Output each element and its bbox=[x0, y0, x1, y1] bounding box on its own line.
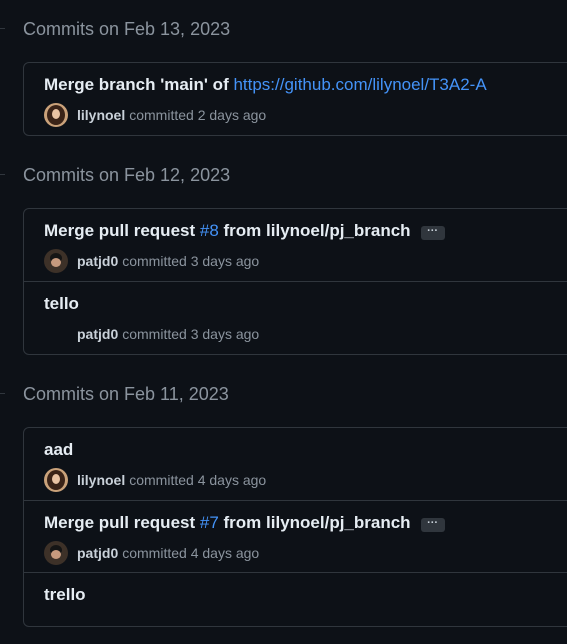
commit-row: aad lilynoel committed 4 days ago bbox=[24, 428, 567, 500]
commit-group: Commits on Feb 12, 2023 Merge pull reque… bbox=[0, 161, 567, 355]
commit-row: trello bbox=[24, 572, 567, 644]
expand-message-button[interactable]: ··· bbox=[420, 226, 445, 240]
commit-message-prefix[interactable]: Merge pull request bbox=[44, 513, 200, 532]
commit-message[interactable]: Merge branch 'main' of https://github.co… bbox=[44, 73, 487, 97]
avatar[interactable] bbox=[44, 249, 68, 273]
pull-request-link[interactable]: #7 bbox=[200, 513, 219, 532]
commit-message[interactable]: tello bbox=[44, 292, 79, 316]
commit-message-prefix[interactable]: Merge pull request bbox=[44, 221, 200, 240]
commit-meta: lilynoel committed 4 days ago bbox=[44, 467, 266, 493]
commit-time: committed 3 days ago bbox=[122, 253, 260, 269]
commit-time: committed 3 days ago bbox=[122, 326, 260, 342]
commit-author[interactable]: lilynoel bbox=[77, 472, 125, 488]
commit-group-title: Commits on Feb 12, 2023 bbox=[23, 165, 231, 185]
commit-list: aad lilynoel committed 4 days ago Merge … bbox=[23, 427, 567, 627]
commit-row: tello patjd0 committed 3 days ago bbox=[24, 281, 567, 353]
commit-message-suffix[interactable]: from lilynoel/pj_branch bbox=[219, 221, 411, 240]
commit-message-link[interactable]: https://github.com/lilynoel/T3A2-A bbox=[233, 75, 486, 94]
commit-time: committed 4 days ago bbox=[122, 545, 260, 561]
commit-list: Merge branch 'main' of https://github.co… bbox=[23, 62, 567, 136]
avatar[interactable] bbox=[44, 103, 68, 127]
timeline-tick bbox=[0, 393, 5, 394]
commit-list: Merge pull request #8 from lilynoel/pj_b… bbox=[23, 208, 567, 355]
commit-group-header: Commits on Feb 13, 2023 bbox=[0, 15, 567, 43]
commit-group: Commits on Feb 13, 2023 Merge branch 'ma… bbox=[0, 15, 567, 136]
commit-message-text[interactable]: Merge branch 'main' of bbox=[44, 75, 233, 94]
commit-message[interactable]: Merge pull request #8 from lilynoel/pj_b… bbox=[44, 219, 445, 243]
commit-group-header: Commits on Feb 11, 2023 bbox=[0, 380, 567, 408]
commit-message[interactable]: Merge pull request #7 from lilynoel/pj_b… bbox=[44, 511, 445, 535]
commit-meta: patjd0 committed 3 days ago bbox=[44, 321, 259, 347]
commit-group-title: Commits on Feb 11, 2023 bbox=[23, 384, 229, 404]
commit-meta: patjd0 committed 3 days ago bbox=[44, 248, 259, 274]
commit-message[interactable]: trello bbox=[44, 583, 86, 607]
commit-message-suffix[interactable]: from lilynoel/pj_branch bbox=[219, 513, 411, 532]
commit-author[interactable]: patjd0 bbox=[77, 545, 118, 561]
commit-row: Merge pull request #7 from lilynoel/pj_b… bbox=[24, 500, 567, 572]
avatar[interactable] bbox=[44, 468, 68, 492]
avatar bbox=[44, 322, 68, 346]
commit-row: Merge branch 'main' of https://github.co… bbox=[24, 63, 567, 135]
commit-author[interactable]: patjd0 bbox=[77, 253, 118, 269]
commit-meta: patjd0 committed 4 days ago bbox=[44, 540, 259, 566]
commit-group-title: Commits on Feb 13, 2023 bbox=[23, 19, 231, 39]
commit-author[interactable]: lilynoel bbox=[77, 107, 125, 123]
pull-request-link[interactable]: #8 bbox=[200, 221, 219, 240]
expand-message-button[interactable]: ··· bbox=[420, 518, 445, 532]
commit-time: committed 2 days ago bbox=[129, 107, 267, 123]
commit-message[interactable]: aad bbox=[44, 438, 73, 462]
commit-author[interactable]: patjd0 bbox=[77, 326, 118, 342]
avatar[interactable] bbox=[44, 541, 68, 565]
timeline-tick bbox=[0, 28, 5, 29]
commit-group: Commits on Feb 11, 2023 aad lilynoel com… bbox=[0, 380, 567, 627]
commit-group-header: Commits on Feb 12, 2023 bbox=[0, 161, 567, 189]
commit-meta: lilynoel committed 2 days ago bbox=[44, 102, 266, 128]
commit-time: committed 4 days ago bbox=[129, 472, 267, 488]
timeline-tick bbox=[0, 174, 5, 175]
commit-row: Merge pull request #8 from lilynoel/pj_b… bbox=[24, 209, 567, 281]
